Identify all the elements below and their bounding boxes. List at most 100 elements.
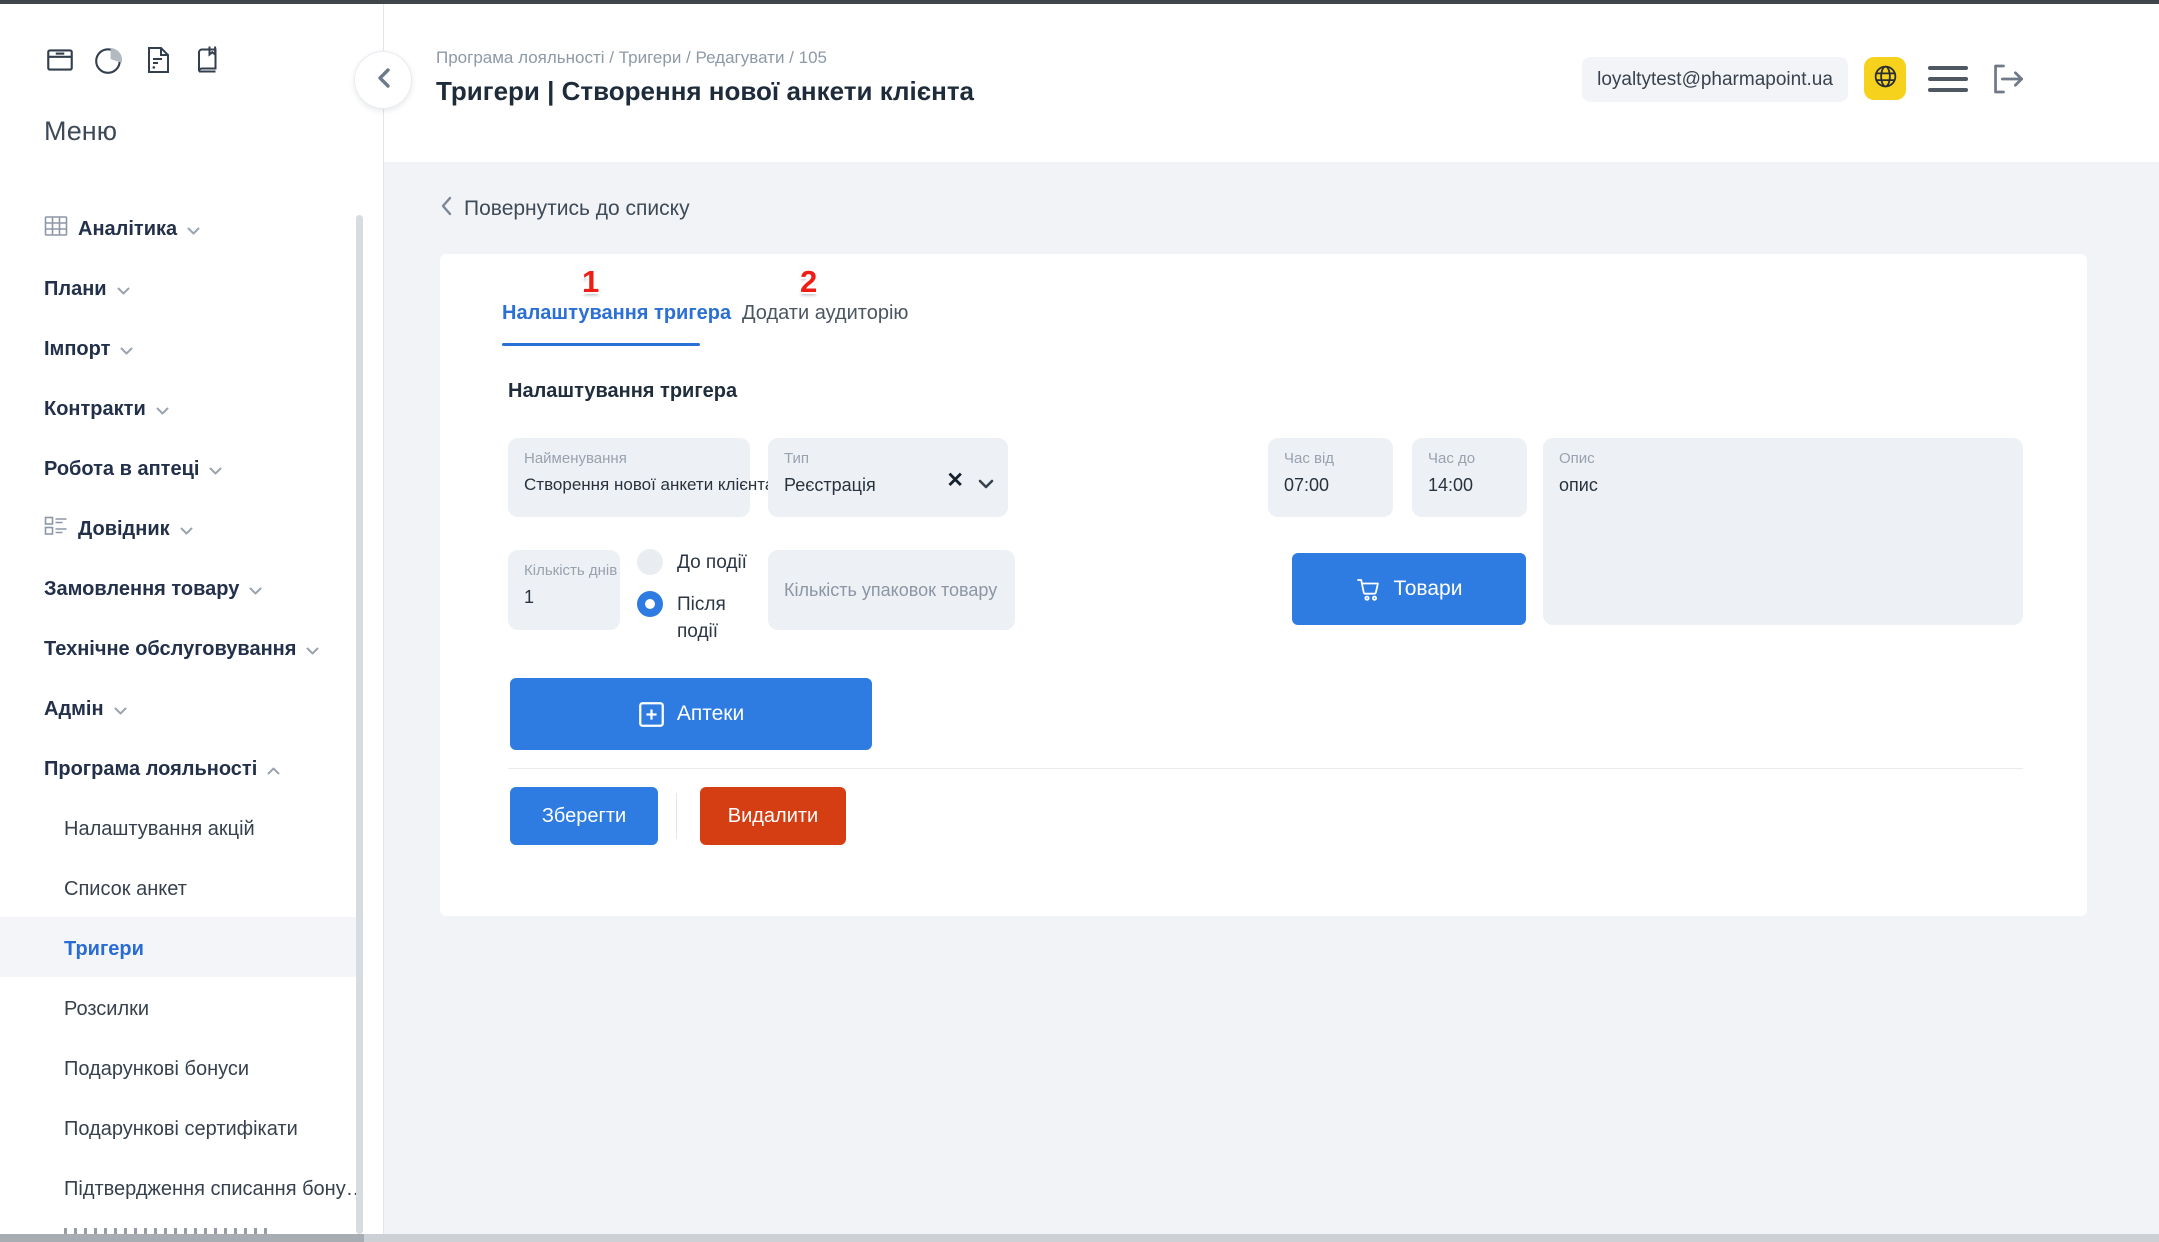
time-from-label: Час від: [1284, 450, 1334, 467]
delete-button[interactable]: Видалити: [700, 787, 846, 845]
sidebar-item-import[interactable]: Імпорт: [44, 336, 133, 362]
page-title: Тригери | Створення нової анкети клієнта: [436, 76, 974, 107]
packages-placeholder: Кількість упаковок товару: [784, 550, 997, 630]
radio-before-event[interactable]: До події: [637, 549, 767, 577]
type-field[interactable]: Тип Реєстрація ✕: [768, 438, 1008, 517]
radio-unselected-icon[interactable]: [637, 549, 663, 575]
radio-after-event[interactable]: Після події: [637, 591, 767, 646]
packages-count-field[interactable]: Кількість упаковок товару: [768, 550, 1015, 630]
sidebar-quick-icons: [44, 44, 223, 81]
type-field-label: Тип: [784, 450, 809, 467]
book-icon[interactable]: [191, 44, 223, 81]
name-field-label: Найменування: [524, 450, 627, 467]
trigger-edit-card: 1 2 Налаштування тригера Додати аудиторі…: [440, 254, 2087, 916]
breadcrumb: Програма лояльності / Тригери / Редагува…: [436, 48, 827, 68]
chevron-down-icon: [209, 458, 222, 481]
sidebar-item-analitika[interactable]: Аналітика: [44, 216, 200, 242]
box-icon[interactable]: [44, 44, 76, 81]
sidebar-item-label: Технічне обслуговування: [44, 638, 296, 661]
products-button[interactable]: Товари: [1292, 553, 1526, 625]
pharmacies-button[interactable]: Аптеки: [510, 678, 872, 750]
type-field-value: Реєстрація: [784, 475, 876, 496]
time-to-value: 14:00: [1428, 475, 1473, 496]
sidebar-item-label: Адмін: [44, 698, 104, 721]
time-from-value: 07:00: [1284, 475, 1329, 496]
active-tab-underline: [502, 343, 700, 346]
sidebar-item-programa-loyalnosti[interactable]: Програма лояльності: [44, 756, 280, 782]
sidebar-item-robota-v-apteci[interactable]: Робота в аптеці: [44, 456, 222, 482]
sidebar-item-label: Контракти: [44, 398, 146, 421]
sidebar-item-label: Робота в аптеці: [44, 458, 199, 481]
pie-chart-icon[interactable]: [93, 44, 125, 81]
chevron-left-icon: [376, 67, 391, 94]
sidebar-item-label: Програма лояльності: [44, 758, 257, 781]
sidebar-subitem-nalashtuvannya-akciy[interactable]: Налаштування акцій: [64, 816, 255, 842]
days-count-value: 1: [524, 587, 534, 608]
chevron-down-icon[interactable]: [978, 476, 994, 494]
cart-icon: [1356, 577, 1382, 602]
chevron-up-icon: [267, 758, 280, 781]
chevron-down-icon: [156, 398, 169, 421]
sidebar-item-dovidnyk[interactable]: Довідник: [44, 516, 193, 542]
sidebar-item-plany[interactable]: Плани: [44, 276, 130, 302]
annotation-2: 2: [800, 264, 817, 300]
active-item-highlight: [0, 917, 356, 977]
chevron-down-icon: [187, 218, 200, 241]
sidebar-item-label: Довідник: [78, 518, 170, 541]
sidebar-collapse-button[interactable]: [354, 51, 412, 109]
days-count-field[interactable]: Кількість днів 1: [508, 550, 620, 630]
sidebar-scrollbar[interactable]: [356, 215, 363, 1234]
sidebar-item-label: Плани: [44, 278, 107, 301]
save-button[interactable]: Зберегти: [510, 787, 658, 845]
sidebar-subitem-trygery[interactable]: Тригери: [64, 936, 144, 962]
sidebar-item-admin[interactable]: Адмін: [44, 696, 127, 722]
chevron-down-icon: [114, 698, 127, 721]
tab-trigger-settings[interactable]: Налаштування тригера: [502, 302, 731, 325]
chevron-down-icon: [249, 578, 262, 601]
description-field[interactable]: Опис опис: [1543, 438, 2023, 625]
time-to-label: Час до: [1428, 450, 1475, 467]
actions-divider: [508, 768, 2023, 769]
time-from-field[interactable]: Час від 07:00: [1268, 438, 1393, 517]
sidebar-subitem-pidtverdzhennya[interactable]: Підтвердження списання бону…: [64, 1176, 366, 1202]
tab-add-audience[interactable]: Додати аудиторію: [742, 302, 908, 325]
days-count-label: Кількість днів: [524, 562, 617, 579]
chevron-down-icon: [180, 518, 193, 541]
chevron-down-icon: [117, 278, 130, 301]
section-title: Налаштування тригера: [508, 380, 737, 403]
document-icon[interactable]: [142, 44, 174, 81]
top-strip: [0, 0, 2159, 4]
description-label: Опис: [1559, 450, 1595, 467]
chevron-down-icon: [120, 338, 133, 361]
sidebar-item-zamovlennya[interactable]: Замовлення товару: [44, 576, 262, 602]
list-icon: [44, 515, 68, 543]
grid-icon: [44, 215, 68, 243]
chevron-down-icon: [306, 638, 319, 661]
back-to-list-link[interactable]: Повернутись до списку: [440, 196, 690, 222]
sidebar-subitem-rozsylky[interactable]: Розсилки: [64, 996, 149, 1022]
logout-icon[interactable]: [1988, 62, 2028, 101]
language-button[interactable]: [1864, 57, 1906, 100]
horizontal-scrollbar-thumb[interactable]: [0, 1234, 364, 1242]
sidebar-subitem-spysok-anket[interactable]: Список анкет: [64, 876, 187, 902]
chevron-left-icon: [440, 196, 452, 222]
sidebar-item-kontrakty[interactable]: Контракти: [44, 396, 169, 422]
app-screen: Меню Аналітика Плани Імпорт Контракти Ро…: [0, 0, 2159, 1242]
sidebar-item-label: Аналітика: [78, 218, 177, 241]
button-separator: [676, 793, 677, 839]
sidebar-title: Меню: [44, 116, 117, 147]
annotation-1: 1: [582, 264, 599, 300]
sidebar-subitem-podarunkovi-sertyfikaty[interactable]: Подарункові сертифікати: [64, 1116, 298, 1142]
user-email-badge[interactable]: loyaltytest@pharmapoint.ua: [1582, 57, 1848, 102]
description-value: опис: [1559, 475, 1598, 496]
time-to-field[interactable]: Час до 14:00: [1412, 438, 1527, 517]
name-field[interactable]: Найменування Створення нової анкети кліє…: [508, 438, 750, 517]
sidebar-item-label: Замовлення товару: [44, 578, 239, 601]
sidebar-subitem-podarunkovi-bonusy[interactable]: Подарункові бонуси: [64, 1056, 249, 1082]
menu-icon[interactable]: [1928, 66, 1968, 92]
sidebar-item-tehnichne[interactable]: Технічне обслуговування: [44, 636, 319, 662]
plus-box-icon: [638, 701, 665, 728]
globe-icon: [1872, 63, 1899, 95]
radio-selected-icon[interactable]: [637, 591, 663, 617]
clear-icon[interactable]: ✕: [946, 470, 964, 491]
